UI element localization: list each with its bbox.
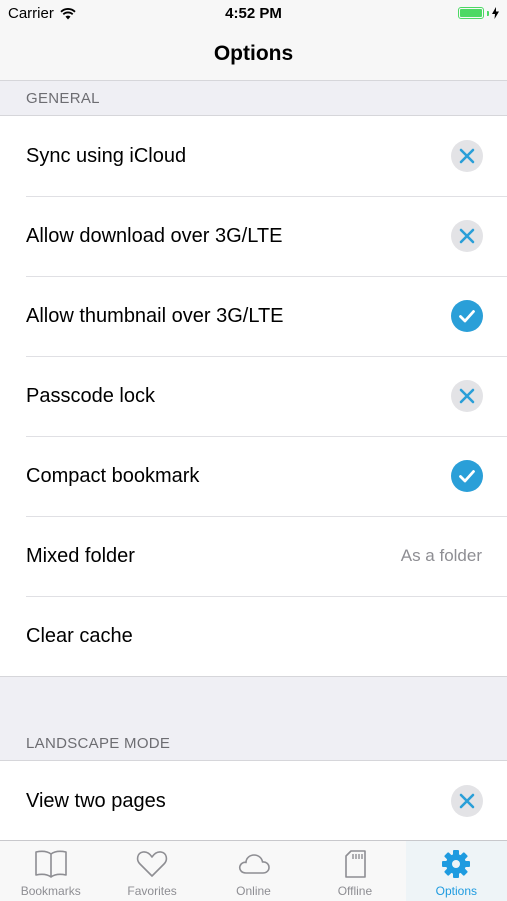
setting-label: Allow download over 3G/LTE <box>26 224 283 247</box>
section-header-landscape: LANDSCAPE MODE <box>0 680 507 760</box>
setting-row-passcode-lock[interactable]: Passcode lock <box>0 356 507 436</box>
tab-online[interactable]: Online <box>203 841 304 901</box>
cloud-icon <box>238 854 270 874</box>
setting-label: Sync using iCloud <box>26 144 187 167</box>
battery-indicator <box>458 7 499 19</box>
heart-icon <box>136 851 168 877</box>
tab-bookmarks[interactable]: Bookmarks <box>0 841 101 901</box>
setting-row-clear-cache[interactable]: Clear cache <box>0 596 507 676</box>
unchecked-x-icon[interactable] <box>451 220 483 252</box>
tab-label: Bookmarks <box>20 884 81 898</box>
setting-label: View two pages <box>26 789 166 812</box>
gear-icon <box>442 850 471 878</box>
unchecked-x-icon[interactable] <box>451 785 483 817</box>
setting-label: Mixed folder <box>26 544 135 567</box>
clock: 4:52 PM <box>225 5 282 22</box>
general-settings-group: Sync using iCloud Allow download over 3G… <box>0 115 507 677</box>
setting-row-mixed-folder[interactable]: Mixed folder As a folder <box>0 516 507 596</box>
tab-bar: Bookmarks Favorites Online Offline Optio… <box>0 840 507 901</box>
unchecked-x-icon[interactable] <box>451 380 483 412</box>
setting-row-view-two-pages[interactable]: View two pages <box>0 761 507 841</box>
section-header-label: LANDSCAPE MODE <box>26 735 171 752</box>
setting-row-sync-icloud[interactable]: Sync using iCloud <box>0 116 507 196</box>
setting-row-download-3g[interactable]: Allow download over 3G/LTE <box>0 196 507 276</box>
unchecked-x-icon[interactable] <box>451 140 483 172</box>
battery-icon <box>458 7 484 19</box>
book-icon <box>34 850 67 878</box>
checkmark-icon[interactable] <box>451 460 483 492</box>
navigation-bar: Options <box>0 28 507 81</box>
tab-label: Favorites <box>127 884 177 898</box>
tab-offline[interactable]: Offline <box>304 841 405 901</box>
setting-value: As a folder <box>400 546 482 565</box>
tab-label: Online <box>236 884 271 898</box>
checkmark-icon[interactable] <box>451 300 483 332</box>
setting-row-thumbnail-3g[interactable]: Allow thumbnail over 3G/LTE <box>0 276 507 356</box>
setting-row-compact-bookmark[interactable]: Compact bookmark <box>0 436 507 516</box>
setting-label: Clear cache <box>26 624 133 647</box>
tab-label: Options <box>435 884 477 898</box>
battery-tip <box>487 10 489 16</box>
tab-label: Offline <box>337 884 373 898</box>
charging-bolt-icon <box>492 7 499 19</box>
battery-fill <box>460 9 482 17</box>
landscape-settings-group: View two pages <box>0 760 507 842</box>
tab-options[interactable]: Options <box>405 841 507 901</box>
section-header-general: GENERAL <box>0 80 507 115</box>
sd-card-icon <box>345 850 366 878</box>
setting-label: Compact bookmark <box>26 464 200 487</box>
setting-label: Passcode lock <box>26 384 155 407</box>
page-title: Options <box>213 42 294 65</box>
status-bar: Carrier 4:52 PM <box>0 0 507 28</box>
tab-favorites[interactable]: Favorites <box>101 841 202 901</box>
setting-label: Allow thumbnail over 3G/LTE <box>26 304 284 327</box>
section-header-label: GENERAL <box>26 90 100 107</box>
